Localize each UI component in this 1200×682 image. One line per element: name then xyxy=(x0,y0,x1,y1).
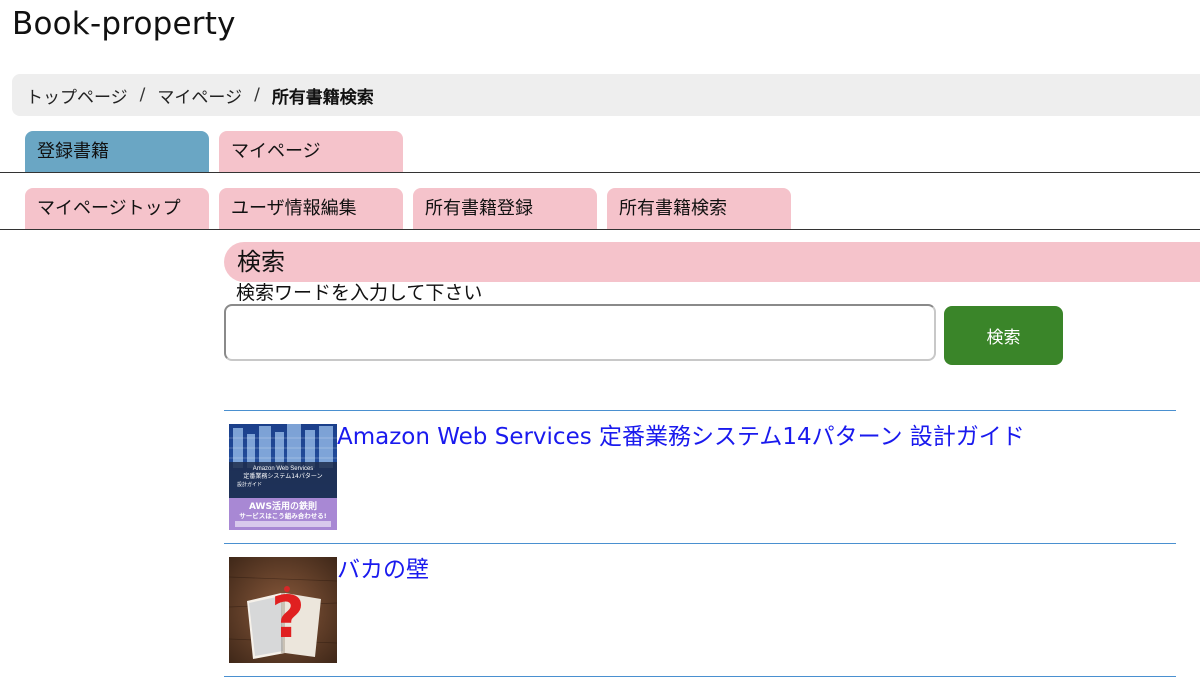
breadcrumb-current: 所有書籍検索 xyxy=(271,87,374,108)
search-input[interactable] xyxy=(224,304,936,361)
book-title-link[interactable]: Amazon Web Services 定番業務システム14パターン 設計ガイド xyxy=(337,423,1025,451)
breadcrumb-my-page[interactable]: マイページ xyxy=(157,83,242,108)
result-item: ? バカの壁 xyxy=(224,543,1176,676)
aws-cover-band2: サービスはこう組み合わせる! xyxy=(239,511,327,520)
tab-user-info-edit[interactable]: ユーザ情報編集 xyxy=(219,188,403,229)
search-button[interactable]: 検索 xyxy=(944,306,1063,365)
aws-cover-band1: AWS活用の鉄則 xyxy=(249,500,317,512)
unknown-book-placeholder-image[interactable]: ? xyxy=(229,557,337,663)
question-mark-icon: ? xyxy=(271,583,305,651)
breadcrumb: トップページ / マイページ / 所有書籍検索 xyxy=(12,74,1200,116)
aws-book-cover-image[interactable]: Amazon Web Services 定番業務システム14パターン 設計ガイド… xyxy=(229,424,337,530)
tab-registered-books[interactable]: 登録書籍 xyxy=(25,131,209,172)
aws-cover-text-line3: 設計ガイド xyxy=(237,481,262,488)
primary-tab-bar: 登録書籍 マイページ xyxy=(0,131,1200,173)
results-bottom-divider xyxy=(224,676,1176,677)
search-label: 検索ワードを入力して下さい xyxy=(236,282,483,304)
tab-my-page[interactable]: マイページ xyxy=(219,131,403,172)
tab-owned-book-search[interactable]: 所有書籍検索 xyxy=(607,188,791,229)
breadcrumb-separator: / xyxy=(254,85,260,105)
site-title: Book-property xyxy=(12,6,236,42)
search-results-list: Amazon Web Services 定番業務システム14パターン 設計ガイド… xyxy=(224,410,1176,677)
result-item: Amazon Web Services 定番業務システム14パターン 設計ガイド… xyxy=(224,410,1176,543)
secondary-tab-bar: マイページトップ ユーザ情報編集 所有書籍登録 所有書籍検索 xyxy=(0,188,1200,230)
aws-cover-text-line1: Amazon Web Services xyxy=(253,466,314,472)
page: Book-property トップページ / マイページ / 所有書籍検索 登録… xyxy=(0,0,1200,682)
aws-cover-text-line2: 定番業務システム14パターン xyxy=(243,472,322,480)
tab-my-page-top[interactable]: マイページトップ xyxy=(25,188,209,229)
book-title-link[interactable]: バカの壁 xyxy=(337,556,429,584)
breadcrumb-separator: / xyxy=(139,85,146,105)
breadcrumb-top-page[interactable]: トップページ xyxy=(26,83,128,108)
search-section-header: 検索 xyxy=(224,242,1200,282)
tab-owned-book-register[interactable]: 所有書籍登録 xyxy=(413,188,597,229)
